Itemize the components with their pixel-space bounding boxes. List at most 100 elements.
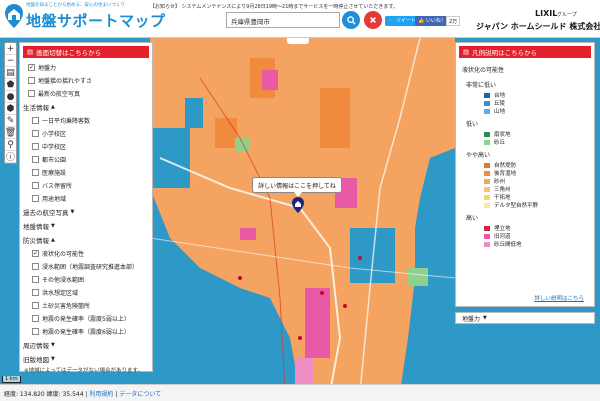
info-icon: ⓘ xyxy=(5,153,15,163)
checkbox[interactable] xyxy=(32,169,39,176)
brand-sub: グループ xyxy=(557,12,577,18)
checkbox[interactable] xyxy=(32,328,39,335)
data-about-link[interactable]: データについて xyxy=(119,391,161,398)
checkbox[interactable] xyxy=(32,289,39,296)
group-past-aerial[interactable]: 過去の航空写真 ▼ xyxy=(20,205,152,219)
layer-aerial[interactable]: 最新の航空写真 xyxy=(20,87,152,100)
group-old-maps[interactable]: 旧版地図 ▼ xyxy=(20,352,152,366)
checkbox[interactable] xyxy=(32,276,39,283)
group-terrain[interactable]: 地盤情報 ▼ xyxy=(20,219,152,233)
checkbox[interactable] xyxy=(32,182,39,189)
checkbox[interactable] xyxy=(32,156,39,163)
legend-swatch xyxy=(484,233,490,239)
layer-medical[interactable]: 医療施設 xyxy=(20,166,152,179)
checkbox[interactable] xyxy=(28,77,35,84)
moderate-zone-e xyxy=(380,98,455,138)
upland-zone-3 xyxy=(185,98,203,128)
legend-item: 後背湿地 xyxy=(456,169,594,177)
location-tooltip[interactable]: 詳しい情報はここを押してね xyxy=(252,177,342,197)
zoom-out-button[interactable]: − xyxy=(5,55,16,67)
draw-circle-button[interactable]: ● xyxy=(5,91,16,103)
legend-group: 高い xyxy=(466,215,479,222)
group-surroundings[interactable]: 周辺情報 ▼ xyxy=(20,338,152,352)
legend-item: 自然堤防 xyxy=(456,161,594,169)
old-channel-zone-5 xyxy=(240,228,256,240)
search-button[interactable] xyxy=(342,11,360,29)
layer-panel-header[interactable]: ▤ 画面切替はこちらから xyxy=(23,46,149,58)
group-label: 旧版地図 xyxy=(23,356,49,364)
tweet-button[interactable]: 🐦 ツイート xyxy=(385,16,419,26)
layer-elementary[interactable]: 小学校区 xyxy=(20,127,152,140)
high-zone-2 xyxy=(320,88,350,148)
soil-strength-toggle[interactable]: 地盤力 ▼ xyxy=(455,312,595,324)
layer-quake-5[interactable]: 地震の発生確率（震度5弱以上） xyxy=(20,312,152,325)
checkbox[interactable] xyxy=(32,302,39,309)
legend-label: 扇状地 xyxy=(494,132,511,138)
legend-header[interactable]: ▤ 凡例説明はこちらから xyxy=(459,46,591,58)
checkbox[interactable] xyxy=(32,117,39,124)
info-button[interactable]: ⓘ xyxy=(5,151,16,163)
clear-button[interactable] xyxy=(364,11,382,29)
legend-label: 自然堤防 xyxy=(494,163,517,169)
caret-up-icon: ▲ xyxy=(51,237,55,243)
location-pin-icon[interactable] xyxy=(292,197,304,213)
group-label: 地盤情報 xyxy=(23,223,49,231)
pentagon-icon: ⬟ xyxy=(6,79,15,90)
layer-liquefaction[interactable]: ✓ 液状化の可能性 xyxy=(20,247,152,260)
search-icon xyxy=(346,15,356,25)
layer-quake-6[interactable]: 地震の発生確率（震度6弱以上） xyxy=(20,325,152,338)
layer-landslide[interactable]: 土砂災害危険箇所 xyxy=(20,299,152,312)
like-button[interactable]: 👍 いいね！ xyxy=(415,16,449,26)
legend-label: 砂州 xyxy=(494,179,506,185)
group-life[interactable]: 生活情報 ▲ xyxy=(20,100,152,114)
app-header: 地盤を知ることから始める、安心の住まいづくり 地盤サポートマップ 【お知らせ】 … xyxy=(0,0,600,38)
layer-junior-high[interactable]: 中学校区 xyxy=(20,140,152,153)
delete-button[interactable]: 🗑 xyxy=(5,127,16,139)
legend-label: 三角州 xyxy=(494,187,511,193)
layer-jibanryoku[interactable]: ✓ 地盤力 xyxy=(20,61,152,74)
menu-icon: ▤ xyxy=(463,48,470,56)
checkbox-checked[interactable]: ✓ xyxy=(32,250,39,257)
brand-logo: LIXIL xyxy=(535,9,558,18)
logo-tagline: 地盤を知ることから始める、安心の住まいづくり xyxy=(26,3,125,8)
legend-item: 砂丘間低地 xyxy=(456,240,594,248)
layer-label: 医療施設 xyxy=(42,170,67,177)
checkbox-checked[interactable]: ✓ xyxy=(28,64,35,71)
checkbox[interactable] xyxy=(28,90,35,97)
layer-bus-stops[interactable]: バス停留所 xyxy=(20,179,152,192)
company-name[interactable]: ジャパン ホームシールド 株式会社 xyxy=(476,21,600,32)
zoom-in-button[interactable]: + xyxy=(5,43,16,55)
legend-label: 旧河道 xyxy=(494,234,511,240)
group-disaster[interactable]: 防災情報 ▲ xyxy=(20,233,152,247)
layer-flood-other[interactable]: その他浸水範囲 xyxy=(20,273,152,286)
legend-detail-link[interactable]: 詳しい説明はこちら xyxy=(534,294,584,302)
pin-icon: ⬢ xyxy=(6,103,15,114)
draw-polygon-button[interactable]: ⬟ xyxy=(5,79,16,91)
checkbox[interactable] xyxy=(32,195,39,202)
terms-link[interactable]: 利用規約 xyxy=(89,391,113,398)
layer-flood-earthquake[interactable]: 浸水範囲（地震調査研究推進本部） xyxy=(20,260,152,273)
checkbox[interactable] xyxy=(32,263,39,270)
checkbox[interactable] xyxy=(32,315,39,322)
legend-label: 埋立地 xyxy=(494,226,511,232)
edit-button[interactable]: ✎ xyxy=(5,115,16,127)
layer-zoning[interactable]: 用途地域 xyxy=(20,192,152,205)
legend-swatch xyxy=(484,139,490,145)
group-label: 過去の航空写真 xyxy=(23,209,69,217)
layer-parks[interactable]: 都市公園 xyxy=(20,153,152,166)
layer-flood-zone[interactable]: 洪水想定区域 xyxy=(20,286,152,299)
legend-swatch xyxy=(484,100,490,106)
legend-item: 旧河道 xyxy=(456,232,594,240)
map-drag-handle[interactable] xyxy=(287,38,309,44)
layer-shake[interactable]: 地盤揺の揺れやすさ xyxy=(20,74,152,87)
layer-passengers[interactable]: 一日平均乗降客数 xyxy=(20,114,152,127)
draw-marker-button[interactable]: ⬢ xyxy=(5,103,16,115)
search-input[interactable]: 兵庫県豊岡市 xyxy=(226,12,340,28)
checkbox[interactable] xyxy=(32,130,39,137)
zoom-out-icon: − xyxy=(6,55,15,66)
tweet-label: ツイート xyxy=(395,18,416,24)
layers-button[interactable]: ▤ xyxy=(5,67,16,79)
legend-swatch xyxy=(484,178,490,184)
checkbox[interactable] xyxy=(32,143,39,150)
app-title[interactable]: 地盤サポートマップ xyxy=(26,10,166,31)
